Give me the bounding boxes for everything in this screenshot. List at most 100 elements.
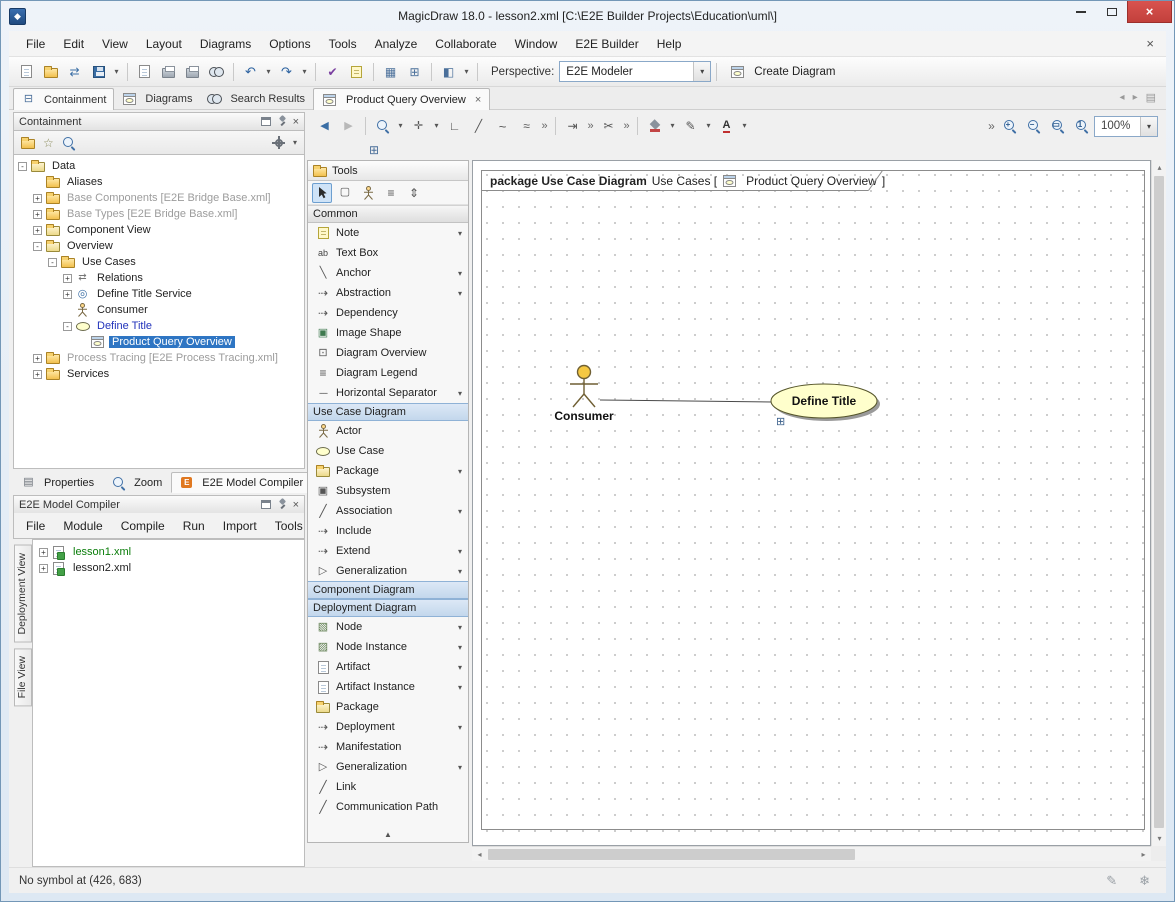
tree-item-define-title[interactable]: -Define Title xyxy=(14,318,304,334)
pen-color-button[interactable]: ✎ xyxy=(679,115,702,138)
table-view-button[interactable]: ▦ xyxy=(379,60,402,83)
tools-collapse-button[interactable]: ▲ xyxy=(308,827,468,842)
chevron-down-icon[interactable]: ▾ xyxy=(458,623,462,632)
chevron-down-icon[interactable]: ▾ xyxy=(458,763,462,772)
actor-shape[interactable] xyxy=(570,366,598,408)
tree-item-use-cases[interactable]: -Use Cases xyxy=(14,254,304,270)
close-panel-icon[interactable]: × xyxy=(293,116,299,128)
scroll-up-icon[interactable]: ▴ xyxy=(1152,160,1167,175)
oblique-path-button[interactable]: ╱ xyxy=(467,115,490,138)
tool-link[interactable]: ╱Link xyxy=(308,777,468,797)
marquee-tool-button[interactable]: ▢ xyxy=(335,183,355,203)
diagram-tab[interactable]: Product Query Overview × xyxy=(313,88,490,110)
tool-association[interactable]: ╱Association▾ xyxy=(308,501,468,521)
reset-edges-button[interactable]: ⇥ xyxy=(561,115,584,138)
expand-toggle[interactable]: + xyxy=(39,548,48,557)
usecase-label[interactable]: Define Title xyxy=(764,394,884,408)
bottom-tab-properties[interactable]: ▤Properties xyxy=(13,472,102,493)
tree-item-overview[interactable]: -Overview xyxy=(14,238,304,254)
chevron-down-icon[interactable]: ▾ xyxy=(458,567,462,576)
association-line[interactable] xyxy=(600,400,772,402)
fill-color-dropdown[interactable]: ▾ xyxy=(667,115,678,138)
menu-item-e2e-builder[interactable]: E2E Builder xyxy=(566,33,647,55)
tool-include[interactable]: ⇢Include xyxy=(308,521,468,541)
tools-section-use-case-diagram[interactable]: Use Case Diagram xyxy=(308,403,468,421)
panel-tab-diagrams[interactable]: Diagrams xyxy=(115,88,199,109)
maximize-button[interactable] xyxy=(1096,1,1127,23)
menu-item-layout[interactable]: Layout xyxy=(137,33,191,55)
tool-artifact[interactable]: Artifact▾ xyxy=(308,657,468,677)
tree-item-product-query-overview[interactable]: Product Query Overview xyxy=(14,334,304,350)
horizontal-scroll-thumb[interactable] xyxy=(488,849,855,860)
display-mode-dropdown[interactable]: ▾ xyxy=(461,60,472,83)
tool-abstraction[interactable]: ⇢Abstraction▾ xyxy=(308,283,468,303)
bottom-tab-zoom[interactable]: Zoom xyxy=(103,472,170,493)
expand-toggle[interactable]: + xyxy=(39,564,48,573)
panel-tab-containment[interactable]: ⊟Containment xyxy=(13,88,114,110)
chevron-down-icon[interactable]: ▾ xyxy=(458,723,462,732)
compiler-menu-file[interactable]: File xyxy=(18,516,53,536)
fill-color-button[interactable] xyxy=(643,115,666,138)
next-diagram-icon[interactable]: ▸ xyxy=(1133,92,1138,103)
redo-dropdown[interactable]: ▾ xyxy=(299,60,310,83)
pin-panel-icon[interactable] xyxy=(277,116,287,127)
tool-generalization[interactable]: ▷Generalization▾ xyxy=(308,757,468,777)
favorites-star-icon[interactable]: ☆ xyxy=(43,137,54,149)
vertical-scrollbar[interactable]: ▴ ▾ xyxy=(1151,160,1166,846)
save-dropdown[interactable]: ▾ xyxy=(111,60,122,83)
print-button[interactable] xyxy=(157,60,180,83)
collapse-toggle[interactable]: - xyxy=(18,162,27,171)
chevron-down-icon[interactable]: ▾ xyxy=(458,289,462,298)
diagram-forward-button[interactable]: ▶ xyxy=(337,115,360,138)
tool-diagram-overview[interactable]: ⊡Diagram Overview xyxy=(308,343,468,363)
tool-subsystem[interactable]: ▣Subsystem xyxy=(308,481,468,501)
fit-in-window-button[interactable]: ▭ xyxy=(1046,115,1069,138)
print-preview-button[interactable] xyxy=(181,60,204,83)
notes-button[interactable] xyxy=(345,60,368,83)
status-snowflake-icon[interactable]: ❄ xyxy=(1139,873,1150,889)
search-icon[interactable] xyxy=(62,136,76,150)
chevron-down-icon[interactable]: ▾ xyxy=(693,62,710,81)
new-file-button[interactable] xyxy=(15,60,38,83)
menu-item-diagrams[interactable]: Diagrams xyxy=(191,33,260,55)
close-panel-icon[interactable]: × xyxy=(293,499,299,511)
overflow-button[interactable]: » xyxy=(539,115,550,138)
diagram-back-button[interactable]: ◀ xyxy=(313,115,336,138)
tree-item-component-view[interactable]: +Component View xyxy=(14,222,304,238)
diagram-list-icon[interactable]: ▤ xyxy=(1146,91,1156,104)
menu-item-analyze[interactable]: Analyze xyxy=(366,33,427,55)
menu-item-help[interactable]: Help xyxy=(648,33,691,55)
tree-item-base-types-e2e-bridge-base-xml[interactable]: +Base Types [E2E Bridge Base.xml] xyxy=(14,206,304,222)
collapse-toggle[interactable]: - xyxy=(33,242,42,251)
tool-image-shape[interactable]: ▣Image Shape xyxy=(308,323,468,343)
tool-communication-path[interactable]: ╱Communication Path xyxy=(308,797,468,817)
tree-item-process-tracing-e2e-process-tracing-xml[interactable]: +Process Tracing [E2E Process Tracing.xm… xyxy=(14,350,304,366)
pin-panel-icon[interactable] xyxy=(277,499,287,510)
tool-package[interactable]: Package xyxy=(308,697,468,717)
menu-item-view[interactable]: View xyxy=(93,33,137,55)
zoom-in-button[interactable]: + xyxy=(998,115,1021,138)
tool-deployment[interactable]: ⇢Deployment▾ xyxy=(308,717,468,737)
perspective-combobox[interactable]: E2E Modeler ▾ xyxy=(559,61,711,82)
rectilinear-path-button[interactable]: ∟ xyxy=(443,115,466,138)
compiler-menu-compile[interactable]: Compile xyxy=(113,516,173,536)
tool-artifact-instance[interactable]: Artifact Instance▾ xyxy=(308,677,468,697)
expand-toggle[interactable]: + xyxy=(63,290,72,299)
tree-item-define-title-service[interactable]: +◎Define Title Service xyxy=(14,286,304,302)
chevron-down-icon[interactable]: ▾ xyxy=(458,269,462,278)
zoom-tool-dropdown[interactable]: ▾ xyxy=(395,115,406,138)
tool-package[interactable]: Package▾ xyxy=(308,461,468,481)
undo-button[interactable]: ↶ xyxy=(239,60,262,83)
expand-toggle[interactable]: + xyxy=(63,274,72,283)
chevron-down-icon[interactable]: ▾ xyxy=(458,467,462,476)
chevron-down-icon[interactable]: ▾ xyxy=(458,643,462,652)
new-document-button[interactable] xyxy=(133,60,156,83)
validation-button[interactable]: ✔ xyxy=(321,60,344,83)
menu-item-edit[interactable]: Edit xyxy=(54,33,93,55)
tool-diagram-legend[interactable]: ≡Diagram Legend xyxy=(308,363,468,383)
overflow-button[interactable]: » xyxy=(585,115,596,138)
undo-dropdown[interactable]: ▾ xyxy=(263,60,274,83)
menu-item-options[interactable]: Options xyxy=(260,33,319,55)
tool-dependency[interactable]: ⇢Dependency xyxy=(308,303,468,323)
expand-toggle[interactable]: + xyxy=(33,370,42,379)
